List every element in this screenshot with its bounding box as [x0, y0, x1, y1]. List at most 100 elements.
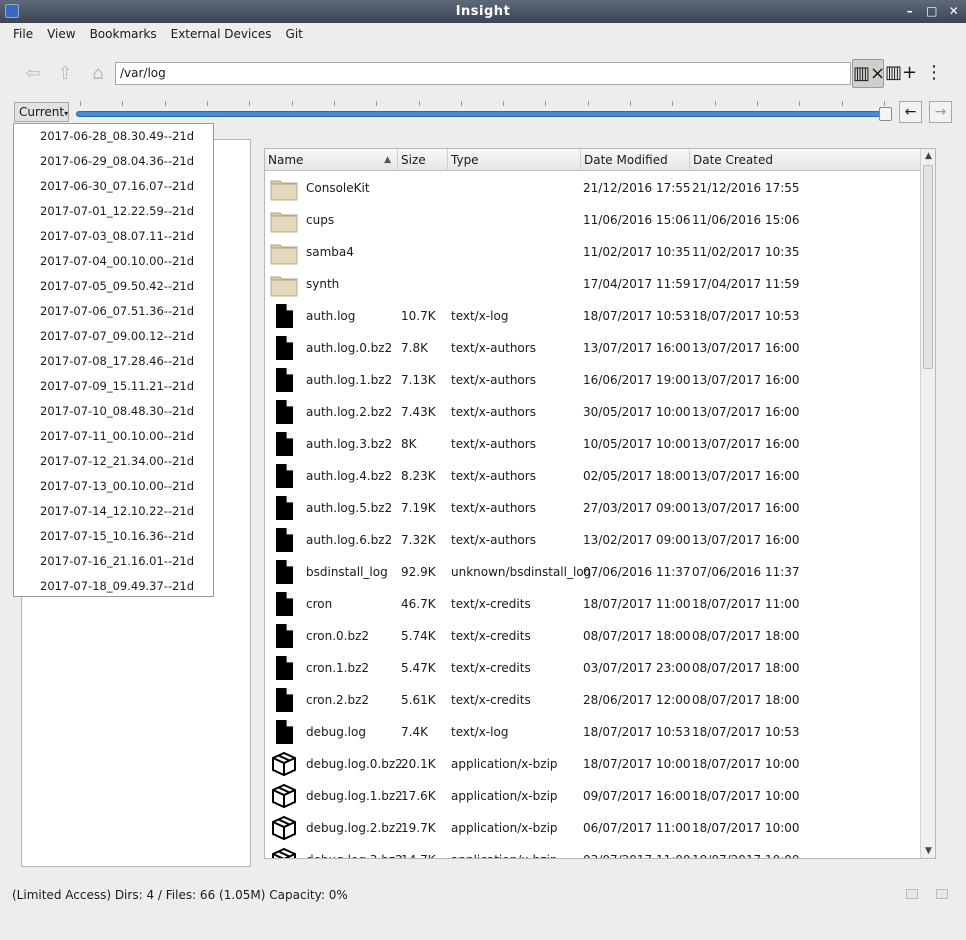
- file-rows: ConsoleKit 21/12/2016 17:55 21/12/2016 17:…: [265, 172, 921, 858]
- menu-bookmarks[interactable]: Bookmarks: [83, 27, 164, 41]
- table-row[interactable]: cron 46.7K text/x-credits 18/07/2017 11:00 1…: [265, 588, 921, 620]
- snapshot-option[interactable]: 2017-06-29_08.04.36--21d: [14, 149, 213, 174]
- home-icon[interactable]: ⌂: [85, 62, 111, 86]
- column-date-created[interactable]: Date Created: [690, 149, 921, 171]
- file-date-modified: 18/07/2017 10:53: [583, 725, 691, 739]
- path-input[interactable]: /var/log: [115, 62, 851, 85]
- table-row[interactable]: auth.log.5.bz2 7.19K text/x-authors 27/03/2…: [265, 492, 921, 524]
- table-row[interactable]: debug.log 7.4K text/x-log 18/07/2017 10:53 1…: [265, 716, 921, 748]
- table-row[interactable]: synth 17/04/2017 11:59 17/04/2017 11:59: [265, 268, 921, 300]
- slider-tick: [122, 101, 124, 106]
- slider-tick: [333, 101, 335, 106]
- up-arrow-icon[interactable]: ⇧: [52, 62, 78, 86]
- maximize-icon[interactable]: □: [926, 0, 938, 23]
- file-icon: [270, 687, 298, 713]
- back-arrow-icon[interactable]: ⇦: [20, 62, 46, 86]
- vertical-scrollbar[interactable]: ▲ ▼: [920, 149, 935, 858]
- snapshot-option[interactable]: 2017-07-16_21.16.01--21d: [14, 549, 213, 574]
- menu-view[interactable]: View: [40, 27, 82, 41]
- file-size: 19.7K: [401, 821, 436, 835]
- table-row[interactable]: bsdinstall_log 92.9K unknown/bsdinstall_lo…: [265, 556, 921, 588]
- file-name: cron: [306, 597, 333, 611]
- package-icon: [270, 751, 298, 777]
- snapshot-option[interactable]: 2017-07-12_21.34.00--21d: [14, 449, 213, 474]
- file-date-created: 13/07/2017 16:00: [692, 373, 800, 387]
- table-row[interactable]: auth.log.1.bz2 7.13K text/x-authors 16/06/2…: [265, 364, 921, 396]
- snapshot-option[interactable]: 2017-07-13_00.10.00--21d: [14, 474, 213, 499]
- snapshot-option[interactable]: 2017-07-06_07.51.36--21d: [14, 299, 213, 324]
- file-type: application/x-bzip: [451, 757, 558, 771]
- table-row[interactable]: auth.log.0.bz2 7.8K text/x-authors 13/07/20…: [265, 332, 921, 364]
- snapshot-option[interactable]: 2017-07-18_09.49.37--21d: [14, 574, 213, 599]
- more-options-icon[interactable]: ⋮: [918, 59, 950, 88]
- table-row[interactable]: auth.log 10.7K text/x-log 18/07/2017 10:53 1…: [265, 300, 921, 332]
- file-date-modified: 28/06/2017 12:00: [583, 693, 691, 707]
- scroll-thumb[interactable]: [923, 165, 933, 369]
- menu-git[interactable]: Git: [279, 27, 310, 41]
- file-size: 46.7K: [401, 597, 436, 611]
- table-row[interactable]: auth.log.6.bz2 7.32K text/x-authors 13/02/2…: [265, 524, 921, 556]
- snapshot-option[interactable]: 2017-07-08_17.28.46--21d: [14, 349, 213, 374]
- table-row[interactable]: auth.log.2.bz2 7.43K text/x-authors 30/05/2…: [265, 396, 921, 428]
- table-row[interactable]: samba4 11/02/2017 10:35 11/02/2017 10:35: [265, 236, 921, 268]
- snapshot-slider-handle[interactable]: [879, 107, 892, 121]
- file-size: 92.9K: [401, 565, 436, 579]
- file-type: text/x-credits: [451, 629, 531, 643]
- file-icon: [270, 463, 298, 489]
- file-date-created: 07/06/2016 11:37: [692, 565, 800, 579]
- table-row[interactable]: debug.log.0.bz2 20.1K application/x-bzip 18…: [265, 748, 921, 780]
- column-date-modified[interactable]: Date Modified: [581, 149, 690, 171]
- column-type[interactable]: Type: [448, 149, 581, 171]
- file-name: debug.log.2.bz2: [306, 821, 403, 835]
- snapshot-option[interactable]: 2017-07-03_08.07.11--21d: [14, 224, 213, 249]
- column-name[interactable]: Name ▲: [265, 149, 398, 171]
- previous-snapshot-button[interactable]: ←: [899, 101, 922, 123]
- table-row[interactable]: debug.log.1.bz2 17.6K application/x-bzip 09…: [265, 780, 921, 812]
- snapshot-option[interactable]: 2017-06-30_07.16.07--21d: [14, 174, 213, 199]
- file-name: bsdinstall_log: [306, 565, 388, 579]
- table-row[interactable]: ConsoleKit 21/12/2016 17:55 21/12/2016 17:…: [265, 172, 921, 204]
- next-snapshot-button[interactable]: →: [929, 101, 952, 123]
- table-row[interactable]: cron.1.bz2 5.47K text/x-credits 03/07/2017 …: [265, 652, 921, 684]
- close-pane-icon[interactable]: ▥×: [852, 59, 885, 88]
- snapshot-option[interactable]: 2017-07-11_00.10.00--21d: [14, 424, 213, 449]
- table-row[interactable]: debug.log.3.bz214.7K application/x-bzip 03…: [265, 844, 921, 858]
- menu-file[interactable]: File: [6, 27, 40, 41]
- minimize-icon[interactable]: –: [904, 0, 916, 23]
- file-name: debug.log.0.bz2: [306, 757, 403, 771]
- column-size[interactable]: Size: [398, 149, 448, 171]
- drive-icon: [936, 889, 948, 899]
- scroll-down-icon[interactable]: ▼: [921, 844, 935, 858]
- table-row[interactable]: cups 11/06/2016 15:06 11/06/2016 15:06: [265, 204, 921, 236]
- snapshot-option[interactable]: 2017-07-09_15.11.21--21d: [14, 374, 213, 399]
- table-row[interactable]: auth.log.4.bz2 8.23K text/x-authors 02/05/2…: [265, 460, 921, 492]
- snapshot-option[interactable]: 2017-07-15_10.16.36--21d: [14, 524, 213, 549]
- snapshot-option[interactable]: 2017-07-07_09.00.12--21d: [14, 324, 213, 349]
- snapshot-option[interactable]: 2017-07-05_09.50.42--21d: [14, 274, 213, 299]
- snapshot-option[interactable]: 2017-06-28_08.30.49--21d: [14, 124, 213, 149]
- file-type: application/x-bzip: [451, 844, 558, 858]
- file-name: debug.log.3.bz2: [306, 844, 403, 858]
- table-row[interactable]: debug.log.2.bz2 19.7K application/x-bzip 06…: [265, 812, 921, 844]
- snapshot-slider[interactable]: [76, 111, 888, 117]
- snapshot-option[interactable]: 2017-07-14_12.10.22--21d: [14, 499, 213, 524]
- file-date-modified: 09/07/2017 16:00: [583, 789, 691, 803]
- file-size: 5.61K: [401, 693, 436, 707]
- snapshot-option[interactable]: 2017-07-01_12.22.59--21d: [14, 199, 213, 224]
- file-type: text/x-credits: [451, 693, 531, 707]
- add-pane-icon[interactable]: ▥+: [885, 59, 917, 88]
- snapshot-option[interactable]: 2017-07-10_08.48.30--21d: [14, 399, 213, 424]
- close-icon[interactable]: ✕: [948, 0, 960, 23]
- menu-external-devices[interactable]: External Devices: [164, 27, 279, 41]
- slider-tick: [376, 101, 378, 106]
- table-row[interactable]: auth.log.3.bz2 8K text/x-authors 10/05/2017…: [265, 428, 921, 460]
- folder-icon: [270, 175, 298, 201]
- snapshot-option[interactable]: 2017-07-04_00.10.00--21d: [14, 249, 213, 274]
- table-row[interactable]: cron.0.bz2 5.74K text/x-credits 08/07/2017 …: [265, 620, 921, 652]
- file-date-created: 18/07/2017 10:00: [692, 844, 800, 858]
- scroll-up-icon[interactable]: ▲: [921, 149, 935, 163]
- file-type: text/x-authors: [451, 373, 536, 387]
- file-type: text/x-credits: [451, 661, 531, 675]
- table-row[interactable]: cron.2.bz2 5.61K text/x-credits 28/06/2017 …: [265, 684, 921, 716]
- snapshot-select[interactable]: Current▾: [14, 102, 69, 122]
